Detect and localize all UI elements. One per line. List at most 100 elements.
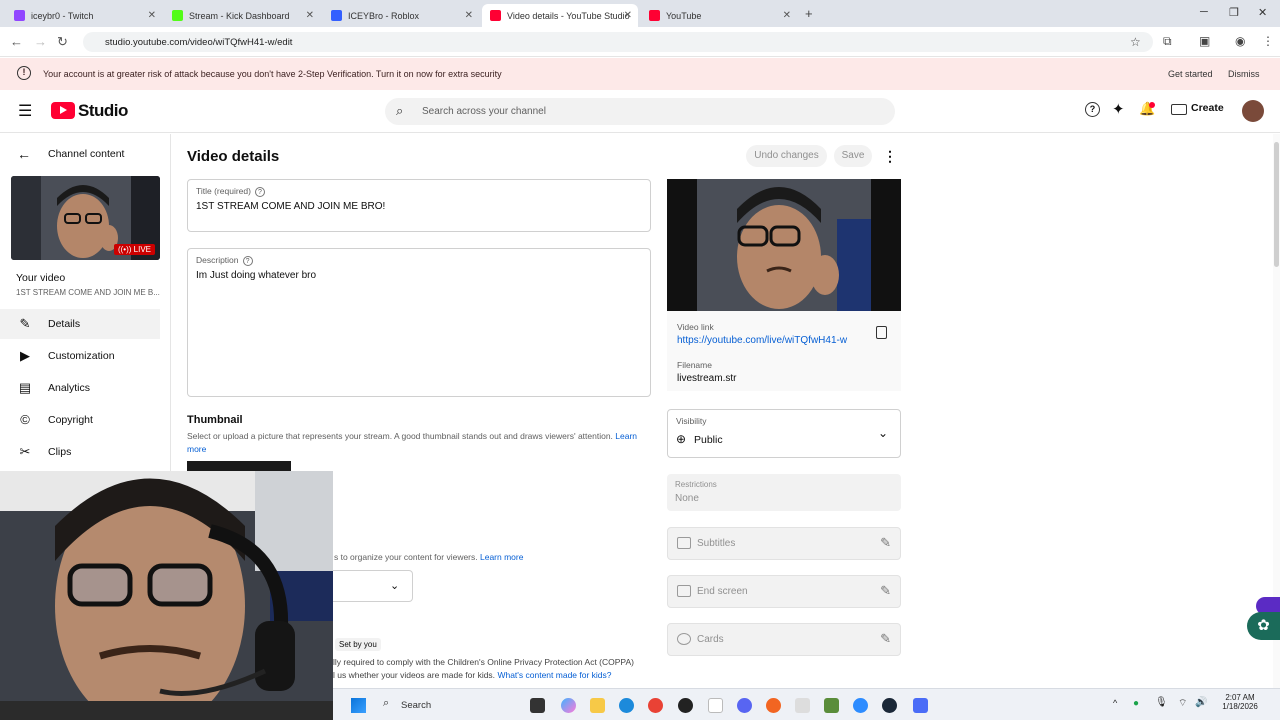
youtube-logo-icon[interactable]	[51, 102, 75, 119]
task-view-icon[interactable]	[530, 698, 545, 713]
tab-kick[interactable]: Stream - Kick Dashboard ✕	[164, 4, 320, 27]
undo-changes-button[interactable]: Undo changes	[746, 145, 827, 167]
chrome-icon[interactable]	[648, 698, 663, 713]
browser-menu-icon[interactable]: ⋮	[1262, 34, 1274, 48]
url-field[interactable]: studio.youtube.com/video/wiTQfwH41-w/edi…	[83, 32, 1153, 52]
bookmark-star-icon[interactable]: ☆	[1130, 35, 1141, 49]
wifi-icon[interactable]: ⌔	[1178, 697, 1187, 710]
tab-roblox[interactable]: ICEYBro - Roblox ✕	[323, 4, 479, 27]
clock[interactable]: 2:07 AM 1/18/2026	[1210, 693, 1270, 711]
channel-content-link[interactable]: Channel content	[48, 148, 124, 160]
date: 1/18/2026	[1222, 702, 1258, 711]
description-value: Im Just doing whatever bro	[196, 270, 317, 281]
get-started-button[interactable]: Get started	[1168, 69, 1213, 79]
video-thumbnail-small[interactable]: ((•)) LIVE	[11, 176, 160, 260]
filename-label: Filename	[677, 360, 712, 370]
steam-icon[interactable]	[882, 698, 897, 713]
maximize-icon[interactable]: ❐	[1229, 6, 1239, 19]
pencil-icon: ✎	[880, 631, 891, 646]
discord-icon[interactable]	[737, 698, 752, 713]
tab-youtube-studio[interactable]: Video details - YouTube Studio ✕	[482, 4, 638, 27]
pencil-icon: ✎	[880, 583, 891, 598]
coppa-line-2: l us whether your videos are made for ki…	[333, 670, 612, 680]
sidebar-item-clips[interactable]: ✂ Clips	[0, 437, 160, 467]
tray-chevron-icon[interactable]: ^	[1113, 698, 1117, 708]
minimize-icon[interactable]: ─	[1200, 6, 1208, 18]
save-button[interactable]: Save	[834, 145, 872, 167]
search-icon: ⌕	[383, 697, 390, 709]
back-arrow-icon[interactable]: ←	[17, 146, 31, 162]
windows-start-icon[interactable]	[351, 698, 366, 713]
channel-search-input[interactable]: ⌕ Search across your channel	[385, 98, 895, 125]
video-preview[interactable]	[667, 179, 901, 311]
tab-close-icon[interactable]: ✕	[465, 10, 473, 21]
create-button[interactable]: Create	[1191, 102, 1224, 114]
subtitles-button[interactable]: Subtitles ✎	[667, 527, 901, 560]
title-field[interactable]: Title (required)? 1ST STREAM COME AND JO…	[187, 179, 651, 232]
page-title: Video details	[187, 148, 280, 165]
tab-close-icon[interactable]: ✕	[624, 10, 632, 21]
description-field[interactable]: Description? Im Just doing whatever bro	[187, 248, 651, 397]
sidebar-item-copyright[interactable]: © Copyright	[0, 405, 160, 435]
window-close-icon[interactable]: ✕	[1258, 6, 1267, 19]
reload-icon[interactable]: ↻	[57, 34, 68, 50]
tray-app-icon[interactable]: ●	[1133, 698, 1139, 709]
url-text: studio.youtube.com/video/wiTQfwH41-w/edi…	[105, 37, 293, 48]
active-app-icon[interactable]	[913, 698, 928, 713]
help-icon[interactable]: ?	[1085, 102, 1100, 117]
tab-title: Stream - Kick Dashboard	[189, 10, 290, 21]
sparkle-icon[interactable]: ✦	[1112, 100, 1125, 118]
help-icon[interactable]: ?	[254, 187, 265, 197]
notification-dot	[1149, 102, 1155, 108]
file-explorer-icon[interactable]	[590, 698, 605, 713]
chevron-down-icon: ⌄	[390, 580, 400, 592]
tab-close-icon[interactable]: ✕	[783, 10, 791, 21]
copilot-icon[interactable]	[561, 698, 576, 713]
hamburger-menu-icon[interactable]: ☰	[18, 101, 32, 121]
visibility-value: Public	[694, 434, 723, 446]
playlist-dropdown[interactable]: ⌄	[333, 570, 413, 602]
avatar[interactable]	[1242, 100, 1264, 122]
sidebar-item-customization[interactable]: ▶ Customization	[0, 341, 160, 371]
tab-youtube[interactable]: YouTube ✕	[641, 4, 797, 27]
profile-icon[interactable]: ◉	[1235, 34, 1245, 48]
copy-icon[interactable]	[876, 326, 887, 339]
forward-icon[interactable]: →	[34, 34, 47, 49]
extensions-icon[interactable]: ⧉	[1163, 34, 1172, 49]
obs-icon[interactable]	[678, 698, 693, 713]
studio-logo-text[interactable]: Studio	[78, 101, 128, 121]
cards-button[interactable]: Cards ✎	[667, 623, 901, 656]
tab-close-icon[interactable]: ✕	[148, 10, 156, 21]
edge-icon[interactable]	[619, 698, 634, 713]
tab-close-icon[interactable]: ✕	[306, 10, 314, 21]
taskbar-search[interactable]: ⌕ Search	[375, 694, 510, 716]
create-video-icon	[1171, 104, 1187, 115]
sidebar-item-details[interactable]: ✎ Details	[0, 309, 160, 339]
visibility-dropdown[interactable]: Visibility ⊕ Public ⌄	[667, 409, 901, 458]
assistant-float-icon[interactable]: ✿	[1247, 612, 1280, 640]
help-icon[interactable]: ?	[242, 256, 253, 266]
zoom-icon[interactable]	[853, 698, 868, 713]
minecraft-icon[interactable]	[824, 698, 839, 713]
more-options-icon[interactable]: ⋮	[883, 148, 897, 165]
capcut-icon[interactable]	[795, 698, 810, 713]
volume-icon[interactable]: 🔊	[1195, 697, 1207, 708]
microphone-icon[interactable]: 🎙	[1155, 697, 1168, 708]
scrollbar-thumb[interactable]	[1274, 142, 1279, 267]
made-for-kids-link[interactable]: What's content made for kids?	[497, 670, 611, 680]
sidebar: ← Channel content ((•)) LIVE Your video …	[0, 134, 171, 474]
brave-icon[interactable]	[766, 698, 781, 713]
tab-title: ICEYBro - Roblox	[348, 10, 420, 21]
end-screen-button[interactable]: End screen ✎	[667, 575, 901, 608]
roblox-icon	[331, 10, 342, 21]
notepad-icon[interactable]	[708, 698, 723, 713]
new-tab-icon[interactable]: +	[805, 6, 813, 21]
sidebar-item-label: Copyright	[48, 414, 93, 426]
playlist-learn-more-link[interactable]: Learn more	[480, 552, 523, 562]
sidebar-item-analytics[interactable]: ▤ Analytics	[0, 373, 160, 403]
dismiss-button[interactable]: Dismiss	[1228, 69, 1260, 79]
sidepanel-icon[interactable]: ▣	[1199, 34, 1210, 48]
back-icon[interactable]: ←	[10, 34, 23, 49]
video-link[interactable]: https://youtube.com/live/wiTQfwH41-w	[677, 335, 847, 346]
tab-twitch[interactable]: iceybr0 - Twitch ✕	[6, 4, 162, 27]
